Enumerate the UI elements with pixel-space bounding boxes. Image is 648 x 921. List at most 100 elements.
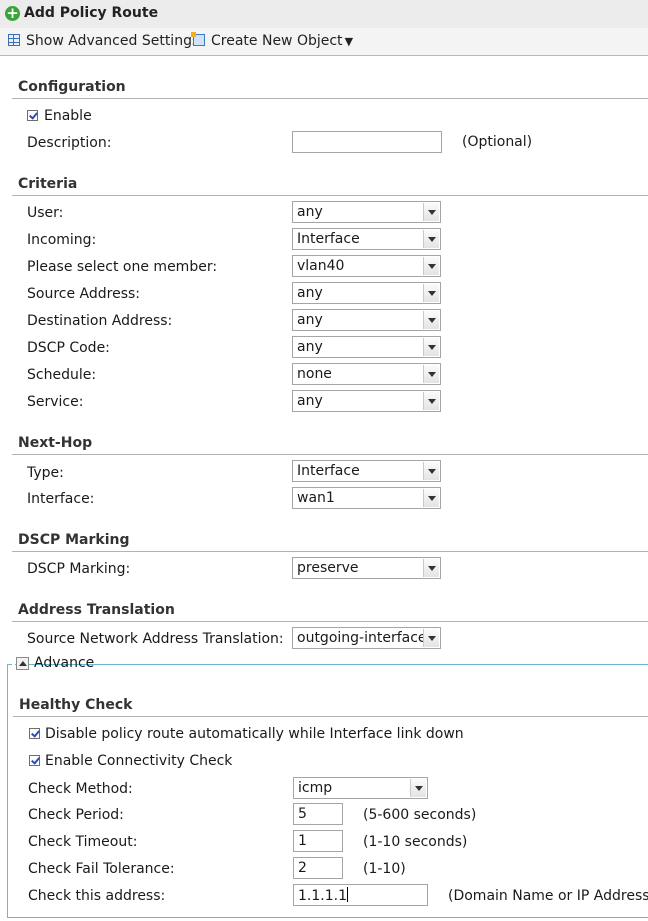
connectivity-check-label: Enable Connectivity Check [45, 753, 233, 769]
healthy-check-heading: Healthy Check [19, 697, 133, 713]
service-select[interactable]: any [292, 390, 441, 412]
text-cursor [346, 887, 348, 902]
check-address-hint: (Domain Name or IP Address) [448, 888, 648, 904]
create-new-object-menu[interactable]: Create New Object ▼ [191, 32, 354, 49]
schedule-label: Schedule: [27, 367, 97, 383]
check-method-value: icmp [298, 780, 333, 796]
chevron-down-icon[interactable] [423, 489, 439, 507]
show-advanced-settings-label: Show Advanced Settings [26, 33, 200, 49]
chevron-down-icon[interactable] [423, 203, 439, 221]
chevron-down-icon[interactable] [423, 365, 439, 383]
member-label: Please select one member: [27, 259, 218, 275]
optional-hint: (Optional) [462, 134, 533, 150]
description-label: Description: [27, 135, 112, 151]
check-timeout-label: Check Timeout: [28, 834, 138, 850]
user-value: any [297, 204, 323, 220]
fail-tolerance-hint: (1-10) [363, 861, 406, 877]
check-timeout-value: 1 [298, 833, 307, 849]
criteria-heading: Criteria [18, 176, 78, 192]
divider [12, 454, 648, 455]
chevron-down-icon[interactable] [423, 629, 439, 647]
address-translation-heading: Address Translation [18, 602, 175, 618]
check-period-field[interactable]: 5 [293, 803, 343, 825]
fail-tolerance-value: 2 [298, 860, 307, 876]
check-address-value: 1.1.1.1 [298, 888, 347, 904]
check-timeout-field[interactable]: 1 [293, 830, 343, 852]
advance-toggle[interactable]: Advance [12, 654, 94, 674]
dscp-code-value: any [297, 339, 323, 355]
divider [13, 716, 648, 717]
schedule-select[interactable]: none [292, 363, 441, 385]
schedule-value: none [297, 366, 332, 382]
interface-select[interactable]: wan1 [292, 487, 441, 509]
check-period-label: Check Period: [28, 807, 124, 823]
dscp-marking-select[interactable]: preserve [292, 557, 441, 579]
snat-select[interactable]: outgoing-interface [292, 627, 441, 649]
add-icon: + [5, 4, 20, 22]
chevron-down-icon[interactable] [423, 284, 439, 302]
destination-address-label: Destination Address: [27, 313, 173, 329]
user-label: User: [27, 205, 64, 221]
dialog-title: Add Policy Route [24, 5, 159, 21]
collapse-icon[interactable] [16, 657, 29, 670]
divider [12, 195, 648, 196]
snat-label: Source Network Address Translation: [27, 631, 284, 647]
snat-value: outgoing-interface [297, 630, 427, 646]
dropdown-arrow-icon: ▼ [344, 35, 354, 48]
check-method-label: Check Method: [28, 781, 133, 797]
check-period-hint: (5-600 seconds) [363, 807, 477, 823]
chevron-down-icon[interactable] [423, 257, 439, 275]
service-label: Service: [27, 394, 84, 410]
dialog-title-bar: + Add Policy Route [0, 0, 648, 28]
source-address-value: any [297, 285, 323, 301]
check-address-label: Check this address: [28, 888, 166, 904]
dscp-marking-value: preserve [297, 560, 359, 576]
service-value: any [297, 393, 323, 409]
chevron-down-icon[interactable] [423, 392, 439, 410]
member-value: vlan40 [297, 258, 345, 274]
description-field[interactable] [292, 131, 442, 153]
chevron-down-icon[interactable] [423, 559, 439, 577]
incoming-label: Incoming: [27, 232, 97, 248]
connectivity-check-checkbox[interactable] [29, 755, 40, 766]
fail-tolerance-label: Check Fail Tolerance: [28, 861, 175, 877]
check-timeout-hint: (1-10 seconds) [363, 834, 468, 850]
new-object-icon [191, 32, 205, 46]
table-icon [8, 34, 20, 46]
nexthop-heading: Next-Hop [18, 435, 93, 451]
show-advanced-settings-button[interactable]: Show Advanced Settings [8, 33, 199, 49]
user-select[interactable]: any [292, 201, 441, 223]
chevron-down-icon[interactable] [423, 311, 439, 329]
dscp-marking-label: DSCP Marking: [27, 561, 131, 577]
dscp-code-select[interactable]: any [292, 336, 441, 358]
advance-label: Advance [34, 655, 95, 671]
chevron-down-icon[interactable] [423, 338, 439, 356]
disable-route-label: Disable policy route automatically while… [45, 726, 464, 742]
dscp-marking-heading: DSCP Marking [18, 532, 130, 548]
destination-address-value: any [297, 312, 323, 328]
divider [12, 551, 648, 552]
chevron-down-icon[interactable] [423, 462, 439, 480]
member-select[interactable]: vlan40 [292, 255, 441, 277]
disable-route-checkbox[interactable] [29, 728, 40, 739]
create-new-object-label: Create New Object [211, 33, 343, 49]
interface-value: wan1 [297, 490, 335, 506]
source-address-label: Source Address: [27, 286, 141, 302]
check-method-select[interactable]: icmp [293, 777, 428, 799]
divider [12, 98, 648, 99]
source-address-select[interactable]: any [292, 282, 441, 304]
type-value: Interface [297, 463, 360, 479]
incoming-select[interactable]: Interface [292, 228, 441, 250]
type-select[interactable]: Interface [292, 460, 441, 482]
chevron-down-icon[interactable] [423, 230, 439, 248]
interface-label: Interface: [27, 491, 95, 507]
enable-checkbox[interactable] [27, 110, 38, 121]
fail-tolerance-field[interactable]: 2 [293, 857, 343, 879]
incoming-value: Interface [297, 231, 360, 247]
check-address-field[interactable]: 1.1.1.1 [293, 884, 428, 906]
chevron-down-icon[interactable] [410, 779, 426, 797]
enable-label: Enable [44, 108, 92, 124]
dscp-code-label: DSCP Code: [27, 340, 110, 356]
destination-address-select[interactable]: any [292, 309, 441, 331]
toolbar: Show Advanced Settings Create New Object… [0, 28, 648, 56]
